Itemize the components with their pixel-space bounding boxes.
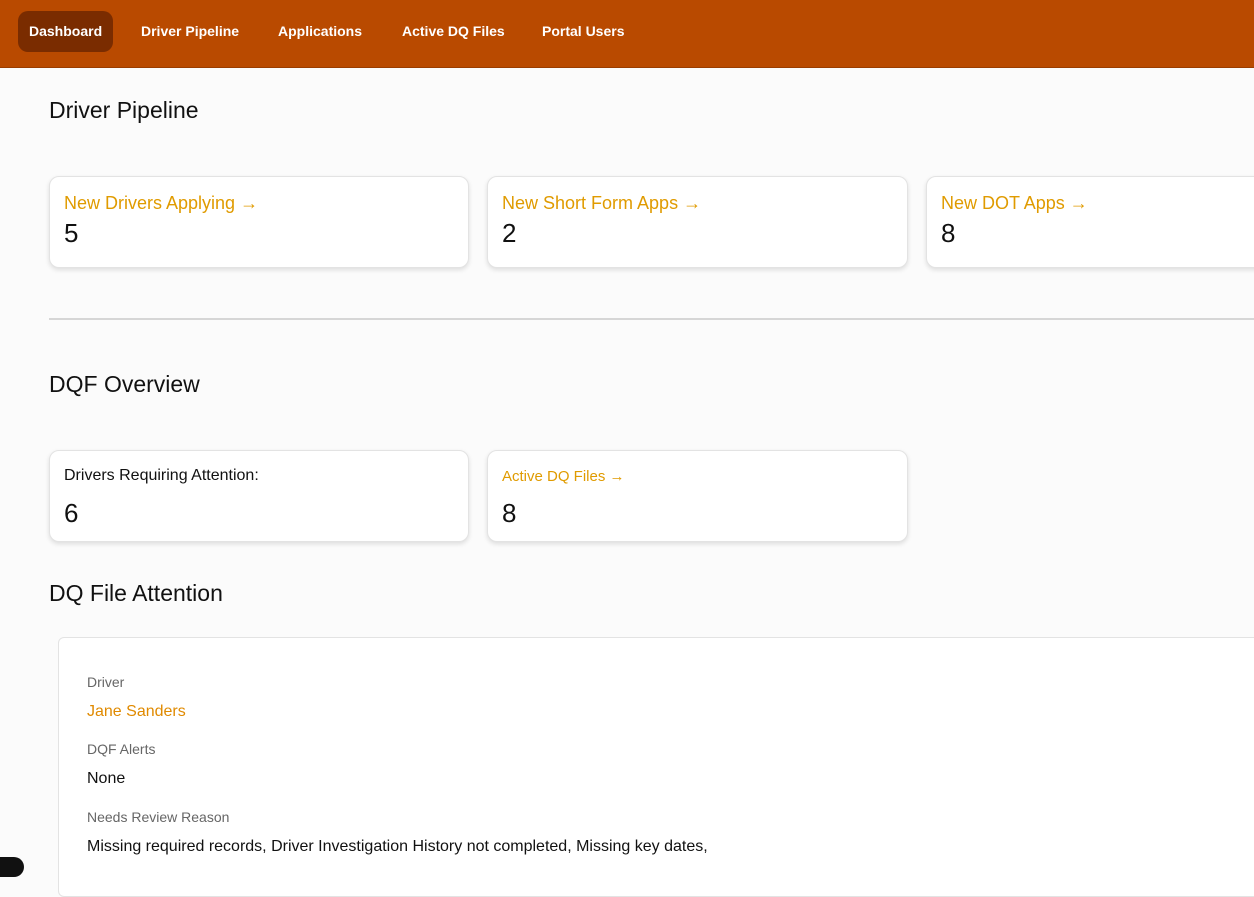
floating-widget-button[interactable] [0, 857, 24, 877]
top-navigation-bar: Dashboard Driver Pipeline Applications A… [0, 0, 1254, 68]
new-drivers-applying-count: 5 [64, 218, 79, 248]
driver-label: Driver [87, 674, 125, 690]
nav-tab-driver-pipeline[interactable]: Driver Pipeline [130, 11, 250, 52]
dq-file-attention-record: Driver Jane Sanders DQF Alerts None Need… [58, 637, 1254, 897]
new-short-form-apps-count: 2 [502, 218, 517, 248]
needs-review-reason-label: Needs Review Reason [87, 809, 230, 825]
new-dot-apps-link[interactable]: New DOT Apps → [941, 193, 1251, 214]
new-drivers-applying-link[interactable]: New Drivers Applying → [64, 193, 454, 214]
nav-tab-dashboard[interactable]: Dashboard [18, 11, 114, 52]
dqf-alerts-label: DQF Alerts [87, 741, 156, 757]
dqf-overview-heading: DQF Overview [49, 371, 200, 397]
drivers-requiring-attention-label: Drivers Requiring Attention: [64, 467, 259, 484]
active-dq-files-link[interactable]: Active DQ Files → [502, 467, 893, 485]
new-short-form-apps-card: New Short Form Apps → 2 [487, 176, 908, 268]
nav-tab-applications[interactable]: Applications [267, 11, 373, 52]
new-short-form-apps-link[interactable]: New Short Form Apps → [502, 193, 893, 214]
nav-tab-active-dq-files[interactable]: Active DQ Files [391, 11, 516, 52]
new-dot-apps-count: 8 [941, 218, 956, 248]
active-dq-files-card: Active DQ Files → 8 [487, 450, 908, 542]
new-dot-apps-card: New DOT Apps → 8 [926, 176, 1254, 268]
nav-tab-portal-users[interactable]: Portal Users [531, 11, 635, 52]
section-divider [49, 318, 1254, 320]
drivers-requiring-attention-count: 6 [64, 498, 79, 528]
active-dq-files-count: 8 [502, 498, 517, 528]
new-drivers-applying-card: New Drivers Applying → 5 [49, 176, 469, 268]
driver-pipeline-heading: Driver Pipeline [49, 97, 199, 123]
needs-review-reason-value: Missing required records, Driver Investi… [87, 838, 708, 855]
dqf-alerts-value: None [87, 770, 126, 787]
driver-name-link[interactable]: Jane Sanders [87, 703, 186, 721]
drivers-requiring-attention-card: Drivers Requiring Attention: 6 [49, 450, 469, 542]
dq-file-attention-heading: DQ File Attention [49, 580, 223, 606]
